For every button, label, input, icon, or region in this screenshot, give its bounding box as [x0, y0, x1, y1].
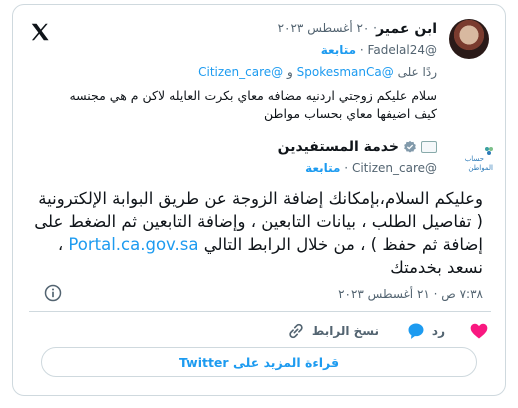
reply-prefix: ردًا على: [397, 65, 437, 79]
verified-badge-icon: [404, 140, 416, 153]
author-handle-row: @Fadelal24 · متابعة: [321, 43, 437, 57]
citizen-account-logo-icon: حساب المواطن: [465, 147, 493, 172]
reply-label: رد: [431, 324, 445, 338]
handle-separator: ·: [340, 161, 349, 175]
copy-link-action[interactable]: نسخ الرابط: [286, 321, 379, 341]
government-label-icon: [421, 141, 437, 153]
replying-to: ردًا على @SpokesmanCa و @Citizen_care: [198, 65, 437, 79]
reply-bubble-icon: [408, 323, 424, 339]
reply-author-name[interactable]: خدمة المستفيدين: [278, 139, 399, 155]
divider: [29, 311, 491, 312]
like-action[interactable]: [469, 321, 489, 341]
reply-action[interactable]: رد: [406, 321, 445, 341]
parent-tweet-text: سلام عليكم زوجتي اردنيه مضافه معاي بكرت …: [17, 87, 437, 123]
heart-icon: [470, 323, 488, 339]
mention-link[interactable]: @SpokesmanCa: [297, 65, 394, 79]
read-more-button[interactable]: قراءة المزيد على Twitter: [41, 347, 477, 377]
info-icon[interactable]: [43, 283, 63, 303]
handle-separator: ·: [356, 43, 364, 57]
author-name[interactable]: ابن عمير: [376, 21, 437, 37]
mention-link[interactable]: @Citizen_care: [198, 65, 283, 79]
tweet-date[interactable]: · ٢٠ أغسطس ٢٠٢٣: [278, 21, 377, 35]
tweet-timestamp[interactable]: ٧:٣٨ ص · ٢١ أغسطس ٢٠٢٣: [338, 287, 483, 301]
citizen-account-logo[interactable]: حساب المواطن: [451, 143, 495, 173]
reply-and: و: [287, 65, 293, 79]
tweet-body-text: وعليكم السلام،بإمكانك إضافة الزوجة عن طر…: [33, 187, 483, 279]
parent-tweet-line: سلام عليكم زوجتي اردنيه مضافه معاي بكرت …: [69, 88, 437, 103]
tweet-date-text[interactable]: ٢٠ أغسطس ٢٠٢٣: [278, 21, 370, 35]
follow-button[interactable]: متابعة: [305, 161, 340, 175]
date-separator: ·: [369, 21, 377, 35]
parent-tweet-line: كيف اضيفها معاي بحساب مواطن: [264, 106, 437, 121]
link-icon: [289, 323, 303, 339]
x-logo-icon[interactable]: [29, 21, 51, 43]
portal-link[interactable]: Portal.ca.gov.sa: [68, 235, 198, 254]
reply-author-handle[interactable]: @Citizen_care: [352, 161, 437, 175]
reply-author-row: خدمة المستفيدين: [278, 139, 437, 155]
copy-link-label: نسخ الرابط: [311, 324, 379, 338]
author-handle[interactable]: @Fadelal24: [368, 43, 437, 57]
logo-text-line1: حساب: [465, 155, 484, 163]
follow-button[interactable]: متابعة: [321, 43, 356, 57]
logo-text-line2: المواطن: [468, 164, 493, 172]
tweet-embed-card: ابن عمير · ٢٠ أغسطس ٢٠٢٣ @Fadelal24 · مت…: [12, 4, 506, 396]
avatar[interactable]: [449, 19, 489, 59]
reply-handle-row: @Citizen_care · متابعة: [305, 161, 437, 175]
